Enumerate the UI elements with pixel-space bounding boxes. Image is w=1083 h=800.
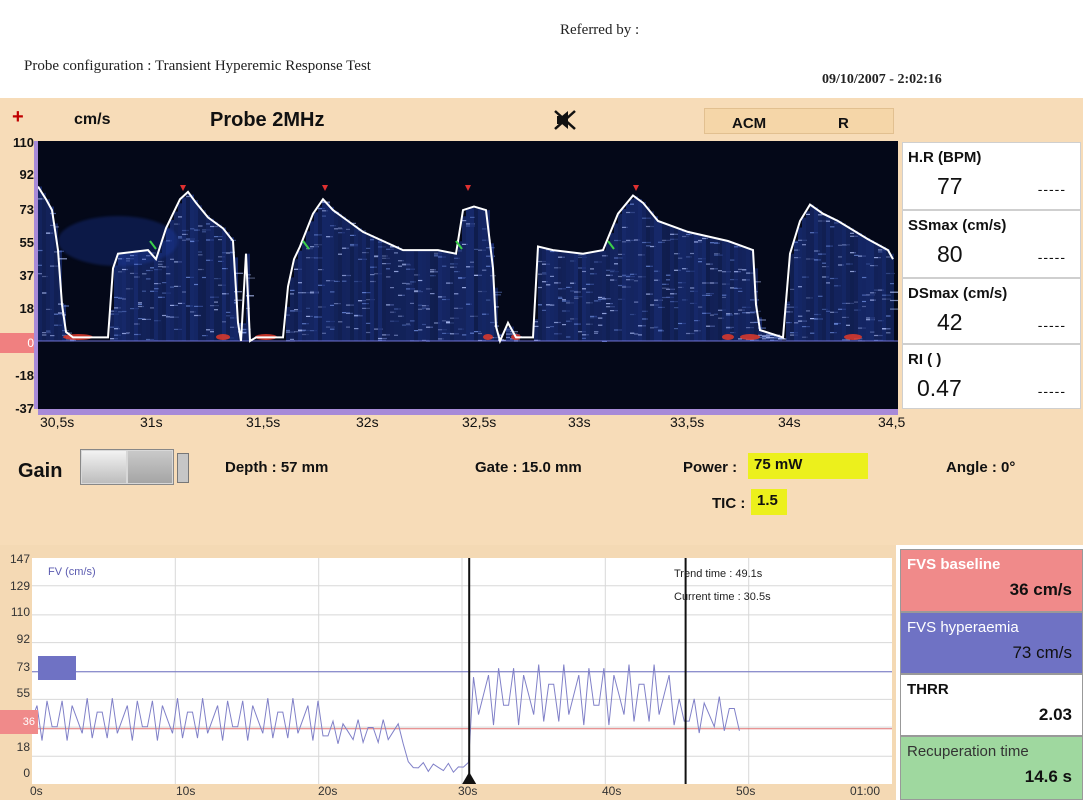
- result-value: 36 cm/s: [1009, 580, 1072, 599]
- trend-y-tick: 73: [16, 660, 30, 674]
- probe-title: Probe 2MHz: [210, 109, 325, 131]
- trend-time-label: Trend time : 49.1s: [674, 568, 763, 580]
- x-tick: 31,5s: [246, 414, 281, 430]
- tic-label: TIC :: [712, 495, 746, 512]
- x-tick: 30,5s: [40, 414, 75, 430]
- doppler-spectrum[interactable]: [37, 141, 899, 409]
- metric-value: 0.47: [917, 375, 962, 401]
- trend-y-tick: 147: [9, 552, 30, 566]
- gain-slider-segment: [82, 451, 126, 483]
- trend-y-tick: 129: [9, 579, 30, 593]
- y-tick: 110: [13, 135, 34, 150]
- result-name: THRR: [907, 681, 949, 698]
- angle-label: Angle : 0°: [946, 459, 1016, 476]
- power-value[interactable]: 75 mW: [748, 453, 868, 479]
- vessel-side-label: R: [838, 115, 849, 132]
- power-label: Power :: [683, 459, 738, 476]
- metric-name: H.R (BPM): [908, 149, 982, 166]
- baseline-badge: 36: [0, 710, 38, 734]
- referred-by-label: Referred by :: [560, 22, 640, 38]
- result-value: 73 cm/s: [1012, 643, 1072, 662]
- trend-y-tick: 0: [23, 766, 30, 780]
- plus-icon[interactable]: +: [12, 106, 24, 129]
- trend-y-tick: 110: [10, 605, 30, 619]
- probe-configuration-label: Probe configuration : Transient Hyperemi…: [24, 58, 371, 74]
- gain-slider-handle[interactable]: [177, 453, 189, 483]
- metric-extra: -----: [1037, 249, 1066, 265]
- result-name: FVS baseline: [907, 556, 1001, 573]
- x-tick: 32,5s: [462, 414, 497, 430]
- trend-x-tick: 40s: [602, 784, 622, 798]
- result-recuperation-time: Recuperation time 14.6 s: [900, 736, 1083, 800]
- x-tick: 34,5: [878, 414, 906, 430]
- trend-y-tick: 92: [16, 632, 30, 646]
- result-name: Recuperation time: [907, 743, 1029, 760]
- tic-value: 1.5: [751, 489, 787, 515]
- metric-heart-rate: H.R (BPM) 77 -----: [902, 142, 1081, 210]
- trend-y-tick: 55: [16, 686, 30, 700]
- speaker-mute-icon[interactable]: [553, 108, 579, 137]
- gain-label: Gain: [18, 460, 63, 482]
- y-tick: -18: [15, 368, 34, 383]
- metric-ssmax: SSmax (cm/s) 80 -----: [902, 210, 1081, 278]
- metric-name: RI ( ): [908, 351, 942, 368]
- y-tick: 37: [19, 268, 34, 283]
- gain-slider-segment: [128, 451, 172, 483]
- result-thrr: THRR 2.03: [900, 674, 1083, 736]
- doppler-spectrum-svg: [37, 185, 899, 344]
- metric-extra: -----: [1037, 181, 1066, 197]
- result-fvs-hyperaemia: FVS hyperaemia 73 cm/s: [900, 612, 1083, 674]
- result-value: 14.6 s: [1024, 767, 1072, 786]
- trend-x-tick: 0s: [30, 784, 43, 798]
- result-name: FVS hyperaemia: [907, 619, 1019, 636]
- hyperaemia-badge: [38, 656, 76, 680]
- metric-value: 42: [937, 309, 963, 335]
- x-tick: 33,5s: [670, 414, 705, 430]
- y-tick: 18: [19, 301, 34, 316]
- trend-x-tick: 01:00: [850, 784, 881, 798]
- datetime-label: 09/10/2007 - 2:02:16: [822, 72, 942, 87]
- zero-baseline-badge: 0: [0, 333, 38, 353]
- metric-value: 77: [937, 173, 963, 199]
- result-value: 2.03: [1038, 705, 1072, 724]
- x-tick: 34s: [778, 414, 801, 430]
- metric-name: DSmax (cm/s): [908, 285, 1008, 302]
- vessel-mode-label: ACM: [732, 115, 767, 132]
- y-tick: 73: [19, 202, 34, 217]
- x-tick: 31s: [140, 414, 163, 430]
- cursor-marker-icon[interactable]: [462, 772, 477, 784]
- metric-dsmax: DSmax (cm/s) 42 -----: [902, 278, 1081, 344]
- trend-y-tick: 18: [16, 740, 30, 754]
- trend-x-tick: 20s: [318, 784, 338, 798]
- y-tick: -37: [15, 401, 34, 416]
- x-tick: 33s: [568, 414, 591, 430]
- gate-label: Gate : 15.0 mm: [475, 459, 582, 476]
- trend-x-tick: 30s: [458, 784, 478, 798]
- spectrum-intensity: [38, 186, 899, 342]
- result-fvs-baseline: FVS baseline 36 cm/s: [900, 549, 1083, 612]
- trend-x-tick: 50s: [736, 784, 756, 798]
- y-tick: 92: [19, 167, 34, 182]
- metric-extra: -----: [1037, 317, 1066, 333]
- fv-series-label: FV (cm/s): [48, 566, 96, 578]
- velocity-unit-label: cm/s: [74, 111, 111, 128]
- depth-label: Depth : 57 mm: [225, 459, 329, 476]
- metric-extra: -----: [1037, 383, 1066, 399]
- current-time-label: Current time : 30.5s: [674, 591, 771, 603]
- y-tick: 55: [19, 235, 34, 250]
- metric-value: 80: [937, 241, 963, 267]
- metric-name: SSmax (cm/s): [908, 217, 1007, 234]
- trend-x-tick: 10s: [176, 784, 196, 798]
- x-tick: 32s: [356, 414, 379, 430]
- metric-ri: RI ( ) 0.47 -----: [902, 344, 1081, 409]
